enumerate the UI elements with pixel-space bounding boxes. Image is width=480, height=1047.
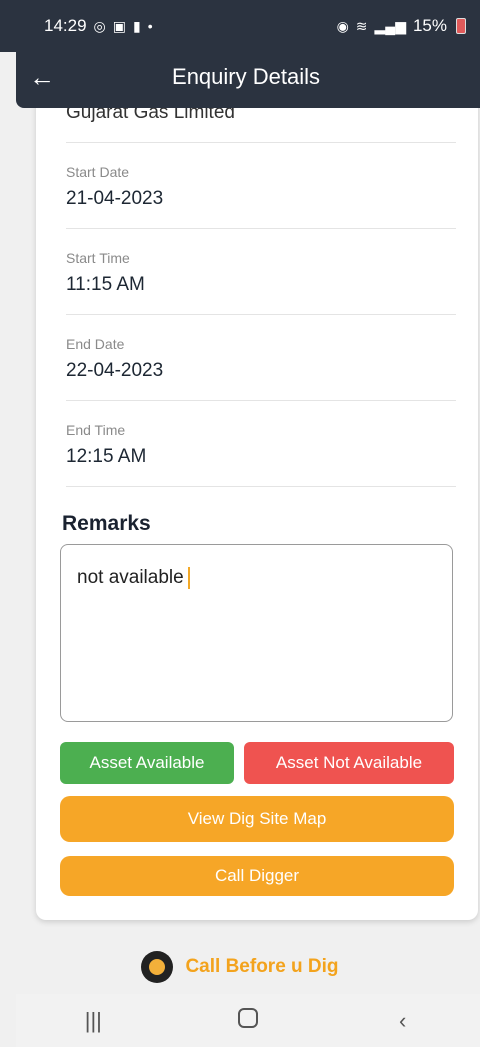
dot-icon: • — [147, 18, 153, 34]
alarm-icon: ◉ — [336, 17, 349, 34]
call-digger-button[interactable]: Call Digger — [60, 856, 454, 896]
details-card: Gujarat Gas Limited Start Date 21-04-202… — [36, 92, 478, 920]
remarks-input[interactable]: not available — [60, 544, 453, 722]
end-time-value: 12:15 AM — [66, 446, 147, 467]
message-icon: ▣ — [112, 17, 126, 34]
end-date-field: End Date 22-04-2023 — [66, 336, 456, 401]
battery-percent: 15% — [412, 16, 447, 35]
company-field: Gujarat Gas Limited — [66, 102, 456, 143]
asset-available-button[interactable]: Asset Available — [60, 742, 234, 784]
start-time-field: Start Time 11:15 AM — [66, 250, 456, 315]
brand-footer: Call Before u Dig — [0, 944, 480, 990]
asset-not-available-button[interactable]: Asset Not Available — [244, 742, 454, 784]
battery-icon — [456, 18, 466, 34]
text-caret — [187, 567, 190, 589]
end-time-label: End Time — [66, 422, 126, 438]
signal-icon: ▂▄▆ — [374, 17, 406, 34]
remarks-heading: Remarks — [62, 512, 151, 535]
remarks-text: not available — [77, 567, 184, 589]
page-title: Enquiry Details — [172, 64, 320, 89]
back-nav-icon[interactable]: ‹ — [373, 1008, 433, 1034]
start-date-field: Start Date 21-04-2023 — [66, 164, 456, 229]
start-date-label: Start Date — [66, 164, 130, 180]
start-time-value: 11:15 AM — [66, 274, 145, 295]
wifi-icon: ≋ — [355, 17, 368, 34]
digger-logo-icon — [141, 951, 174, 983]
start-time-label: Start Time — [66, 250, 130, 266]
status-time: 14:29 — [44, 16, 87, 35]
system-nav-bar: ||| ‹ — [16, 994, 480, 1047]
lock-icon: ▮ — [133, 17, 141, 34]
end-time-field: End Time 12:15 AM — [66, 422, 456, 487]
app-bar: ← Enquiry Details — [16, 46, 480, 108]
end-date-label: End Date — [66, 336, 125, 352]
end-date-value: 22-04-2023 — [66, 360, 164, 381]
home-icon[interactable] — [218, 1007, 278, 1034]
brand-text: Call Before u Dig — [185, 956, 339, 977]
whatsapp-icon: ◎ — [93, 17, 106, 34]
back-arrow-icon[interactable]: ← — [16, 62, 68, 93]
start-date-value: 21-04-2023 — [66, 188, 164, 209]
view-dig-site-map-button[interactable]: View Dig Site Map — [60, 796, 454, 842]
recent-apps-icon[interactable]: ||| — [63, 1008, 123, 1034]
status-bar: 14:29 ◎ ▣ ▮ • ◉ ≋ ▂▄▆ 15% — [0, 0, 480, 52]
